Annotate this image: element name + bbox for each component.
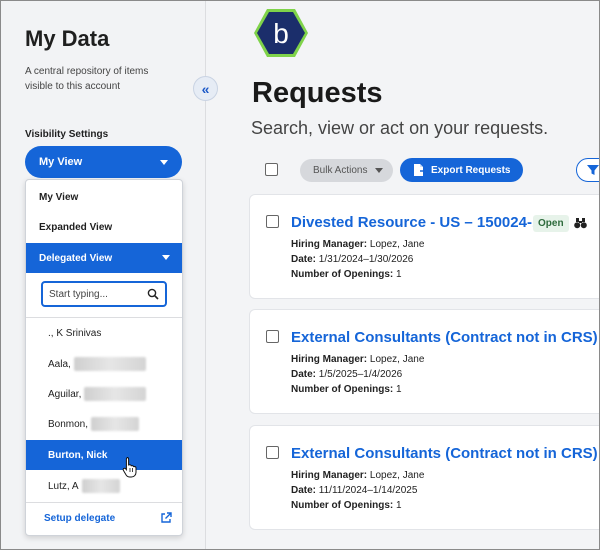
status-badge: Open [533, 215, 569, 232]
delegate-search-input[interactable] [49, 288, 145, 300]
filter-button[interactable] [576, 158, 599, 182]
redacted-text [81, 479, 120, 493]
collapse-icon: « [201, 80, 210, 97]
main-content: b Requests Search, view or act on your r… [207, 1, 599, 549]
delegate-search-box [41, 281, 167, 307]
divider [26, 502, 182, 503]
export-icon [414, 164, 426, 176]
openings-line: Number of Openings: 1 [291, 269, 402, 280]
delegate-item[interactable]: Aala, [26, 349, 182, 379]
bulk-actions-button[interactable]: Bulk Actions [300, 159, 393, 182]
request-title[interactable]: External Consultants (Contract not in CR… [291, 445, 599, 462]
external-link-icon[interactable] [160, 512, 172, 524]
binoculars-icon[interactable] [574, 217, 587, 229]
view-select[interactable]: My View [25, 146, 182, 178]
export-requests-button[interactable]: Export Requests [400, 158, 523, 182]
select-all-checkbox[interactable] [265, 163, 278, 176]
openings-line: Number of Openings: 1 [291, 500, 402, 511]
view-option-my-view[interactable]: My View [26, 182, 182, 212]
delegate-item[interactable]: Aguilar, [26, 379, 182, 409]
redacted-text [84, 387, 147, 401]
request-checkbox[interactable] [266, 215, 279, 228]
delegate-item[interactable]: Lutz, A [26, 471, 182, 501]
delegate-item-selected[interactable]: Burton, Nick [26, 440, 182, 470]
request-title[interactable]: Divested Resource - US – 150024-1 [291, 214, 540, 231]
view-option-expanded-view[interactable]: Expanded View [26, 212, 182, 242]
redacted-text [73, 357, 146, 371]
delegate-item[interactable]: Bonmon, [26, 409, 182, 439]
filter-icon [587, 165, 599, 175]
chevron-down-icon [162, 255, 170, 260]
view-select-label: My View [39, 156, 83, 168]
visibility-settings-label: Visibility Settings [25, 129, 109, 140]
date-line: Date: 1/31/2024–1/30/2026 [291, 254, 414, 265]
page-title: Requests [252, 77, 383, 109]
brand-logo: b [254, 9, 308, 57]
collapse-sidebar-button[interactable]: « [193, 76, 218, 101]
hiring-manager-line: Hiring Manager: Lopez, Jane [291, 239, 425, 250]
redacted-text [91, 417, 140, 431]
chevron-down-icon [160, 160, 168, 165]
sidebar-title: My Data [25, 26, 110, 51]
sidebar: My Data A central repository of items vi… [1, 1, 206, 549]
hiring-manager-line: Hiring Manager: Lopez, Jane [291, 470, 425, 481]
request-checkbox[interactable] [266, 446, 279, 459]
logo-letter: b [273, 18, 289, 49]
sidebar-description: A central repository of items visible to… [25, 66, 149, 92]
request-card[interactable]: External Consultants (Contract not in CR… [249, 309, 599, 414]
view-option-delegated-view[interactable]: Delegated View [26, 243, 182, 273]
delegate-item[interactable]: ., K Srinivas [26, 318, 182, 348]
app-window: My Data A central repository of items vi… [0, 0, 600, 550]
view-dropdown-menu: My View Expanded View Delegated View ., … [25, 179, 183, 536]
page-subtitle: Search, view or act on your requests. [251, 118, 549, 138]
date-line: Date: 11/11/2024–1/14/2025 [291, 485, 418, 496]
request-card[interactable]: External Consultants (Contract not in CR… [249, 425, 599, 530]
setup-delegate-link[interactable]: Setup delegate [44, 513, 115, 524]
date-line: Date: 1/5/2025–1/4/2026 [291, 369, 403, 380]
request-checkbox[interactable] [266, 330, 279, 343]
request-card[interactable]: Divested Resource - US – 150024-1 Open H… [249, 194, 599, 299]
search-icon[interactable] [147, 288, 159, 300]
openings-line: Number of Openings: 1 [291, 384, 402, 395]
chevron-down-icon [375, 168, 383, 173]
pointer-cursor-icon [122, 457, 137, 478]
hiring-manager-line: Hiring Manager: Lopez, Jane [291, 354, 425, 365]
request-title[interactable]: External Consultants (Contract not in CR… [291, 329, 599, 346]
